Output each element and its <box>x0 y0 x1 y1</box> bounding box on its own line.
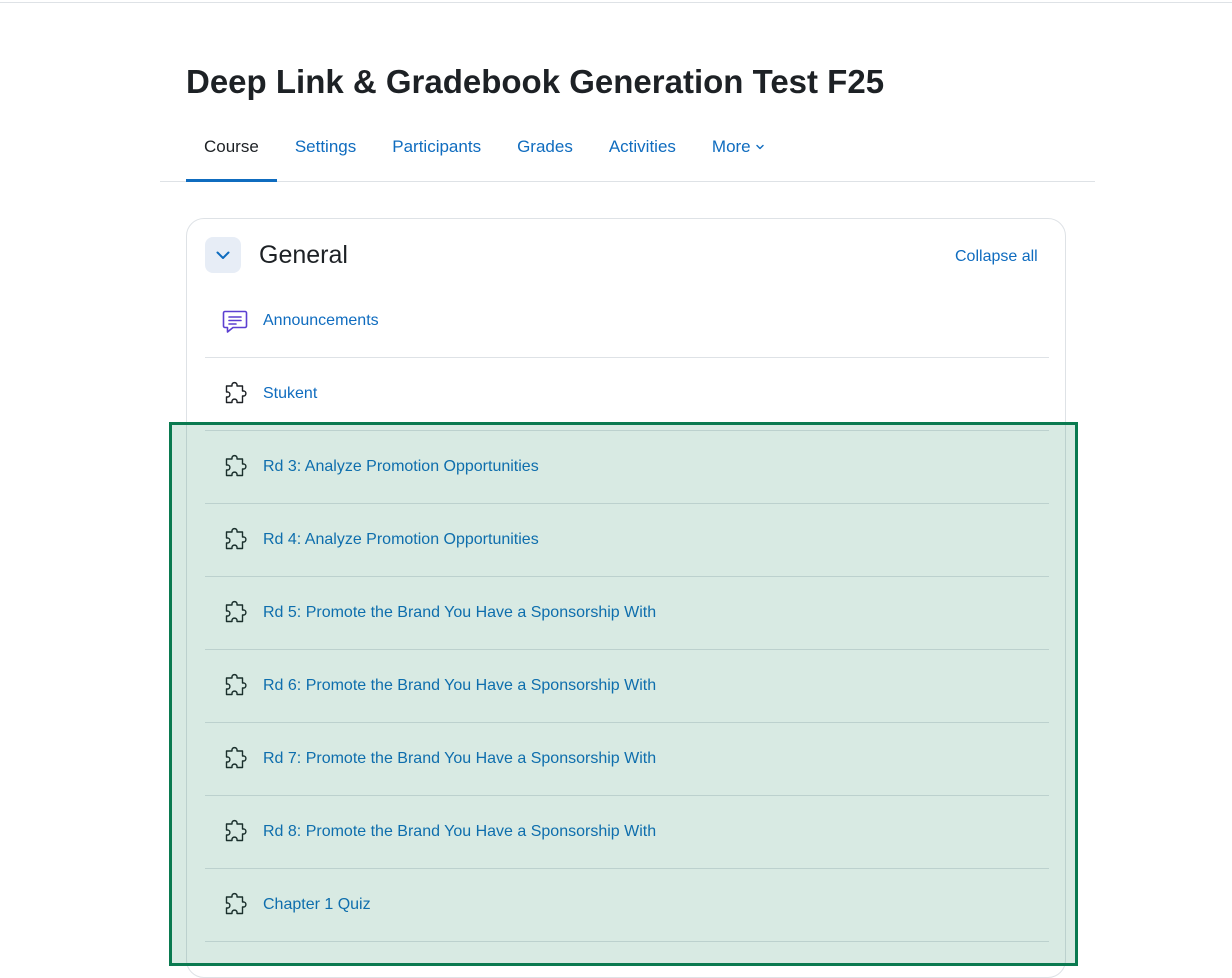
activity-link-rd5[interactable]: Rd 5: Promote the Brand You Have a Spons… <box>263 604 656 622</box>
tab-settings-label: Settings <box>294 136 357 156</box>
collapse-all-link[interactable]: Collapse all <box>955 248 1038 266</box>
tab-activities[interactable]: Activities <box>591 112 694 181</box>
puzzle-icon <box>225 381 247 404</box>
top-divider <box>0 2 1232 3</box>
activity-row: Rd 7: Promote the Brand You Have a Spons… <box>205 723 1049 796</box>
activity-row: Rd 8: Promote the Brand You Have a Spons… <box>205 796 1049 869</box>
activity-row: Rd 6: Promote the Brand You Have a Spons… <box>205 650 1049 723</box>
tab-activities-label: Activities <box>608 136 676 156</box>
activity-link-rd8[interactable]: Rd 8: Promote the Brand You Have a Spons… <box>263 823 656 841</box>
chevron-down-icon <box>755 144 764 149</box>
tab-grades[interactable]: Grades <box>499 112 591 181</box>
puzzle-icon <box>225 746 247 769</box>
activity-link-rd3[interactable]: Rd 3: Analyze Promotion Opportunities <box>263 458 539 476</box>
tab-grades-label: Grades <box>517 136 573 156</box>
activity-link-announcements[interactable]: Announcements <box>263 312 379 330</box>
tab-more-label: More <box>711 136 751 156</box>
tab-course[interactable]: Course <box>186 112 277 182</box>
tab-settings[interactable]: Settings <box>277 112 374 181</box>
activity-row: Rd 5: Promote the Brand You Have a Spons… <box>205 577 1049 650</box>
activity-row: Rd 3: Analyze Promotion Opportunities <box>205 431 1049 504</box>
tab-course-label: Course <box>204 136 259 156</box>
activity-link-rd6[interactable]: Rd 6: Promote the Brand You Have a Spons… <box>263 677 656 695</box>
nav-tab-list: Course Settings Participants Grades Acti… <box>186 112 783 182</box>
activity-link-rd7[interactable]: Rd 7: Promote the Brand You Have a Spons… <box>263 750 656 768</box>
tab-participants[interactable]: Participants <box>374 112 499 181</box>
puzzle-icon <box>225 819 247 842</box>
activity-link-stukent[interactable]: Stukent <box>263 385 317 403</box>
activity-link-chapter-1-quiz[interactable]: Chapter 1 Quiz <box>263 896 371 914</box>
activity-link-rd4[interactable]: Rd 4: Analyze Promotion Opportunities <box>263 531 539 549</box>
secondary-navigation: Course Settings Participants Grades Acti… <box>160 112 1095 182</box>
activity-row: Stukent <box>205 358 1049 431</box>
puzzle-icon <box>225 673 247 696</box>
activity-list: Announcements Stukent Rd 3: Analyze Prom… <box>205 285 1049 942</box>
puzzle-icon <box>225 600 247 623</box>
section-collapse-toggle[interactable] <box>205 237 241 273</box>
activity-row: Announcements <box>205 285 1049 358</box>
puzzle-icon <box>225 892 247 915</box>
tab-more[interactable]: More <box>694 112 783 181</box>
puzzle-icon <box>225 454 247 477</box>
section-title: General <box>259 241 348 269</box>
chevron-down-icon <box>216 251 230 259</box>
activity-row: Rd 4: Analyze Promotion Opportunities <box>205 504 1049 577</box>
tab-participants-label: Participants <box>392 136 482 156</box>
puzzle-icon <box>225 527 247 550</box>
forum-icon <box>222 310 248 333</box>
activity-row: Chapter 1 Quiz <box>205 869 1049 942</box>
page-title: Deep Link & Gradebook Generation Test F2… <box>186 63 885 100</box>
